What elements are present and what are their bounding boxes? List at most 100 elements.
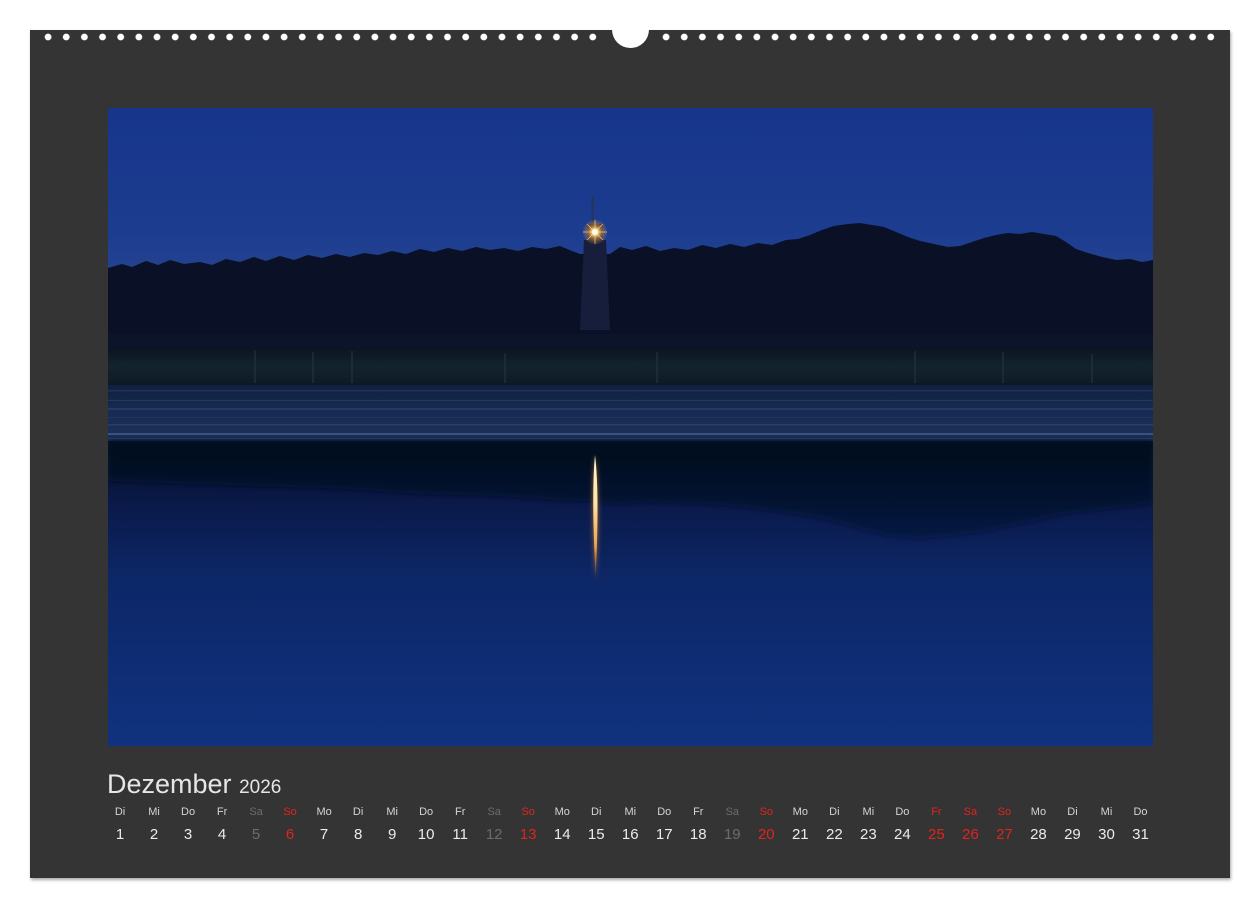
weekday-label: So [759, 806, 774, 818]
day-column: Do 3 [171, 804, 205, 845]
day-column: Sa 19 [715, 804, 749, 845]
weekday-label: Sa [963, 806, 978, 818]
day-number: 2 [149, 826, 159, 843]
day-column: Mi 16 [613, 804, 647, 845]
day-column: Di 8 [341, 804, 375, 845]
weekday-label: Mi [624, 806, 637, 818]
day-number: 18 [689, 826, 707, 843]
day-column: Mo 28 [1021, 804, 1055, 845]
day-column: Di 22 [817, 804, 851, 845]
day-number: 25 [928, 826, 945, 843]
weekday-label: Do [181, 806, 196, 818]
day-number: 13 [519, 826, 537, 843]
binding-holes-left [39, 30, 603, 44]
weekday-label: Mi [148, 806, 160, 818]
day-column: Sa 5 [239, 804, 273, 845]
day-number: 28 [1030, 826, 1047, 843]
weekday-label: Di [829, 806, 840, 818]
day-column: So 6 [273, 804, 307, 845]
weekday-label: Sa [725, 806, 740, 818]
day-column: So 20 [749, 804, 783, 845]
lighthouse-light-core [592, 229, 598, 235]
day-grid: Di 1 Mi 2 Do 3 Fr 4 Sa 5 So 6 Mo 7 Di 8 Mi 9 Do 10 Fr 11 Sa 12 S… [103, 804, 1158, 845]
month-title: Dezember 2026 [107, 768, 281, 800]
day-number: 3 [183, 826, 193, 843]
day-number: 6 [285, 826, 295, 843]
day-number: 31 [1132, 826, 1149, 843]
day-column: Sa 26 [953, 804, 987, 845]
weekday-label: Di [114, 806, 126, 818]
shoreline [108, 385, 1153, 441]
day-column: Fr 25 [919, 804, 953, 845]
day-number: 21 [791, 826, 809, 843]
day-number: 22 [825, 826, 843, 843]
weekday-label: Mo [316, 806, 332, 818]
binding-holes-right [657, 30, 1221, 44]
day-number: 26 [962, 826, 979, 843]
day-number: 9 [387, 826, 397, 843]
day-column: Mo 14 [545, 804, 579, 845]
weekday-label: Mi [386, 806, 398, 818]
day-column: Fr 4 [205, 804, 239, 845]
weekday-label: Do [895, 806, 910, 818]
day-column: Do 24 [885, 804, 919, 845]
calendar-photo [108, 108, 1153, 746]
day-number: 11 [452, 826, 468, 843]
day-number: 15 [587, 826, 605, 843]
lighthouse-tower [580, 240, 610, 330]
day-number: 27 [996, 826, 1013, 843]
day-number: 1 [115, 826, 125, 843]
day-number: 20 [757, 826, 775, 843]
day-number: 29 [1064, 826, 1081, 843]
weekday-label: Di [591, 806, 602, 818]
day-number: 14 [553, 826, 571, 843]
weekday-label: Fr [693, 806, 704, 818]
day-column: Di 29 [1055, 804, 1089, 845]
day-column: Do 17 [647, 804, 681, 845]
weekday-label: So [283, 806, 297, 818]
day-column: Mi 30 [1089, 804, 1123, 845]
day-number: 17 [655, 826, 673, 843]
day-column: Di 1 [103, 804, 137, 845]
day-column: So 27 [987, 804, 1021, 845]
tree-haze [108, 334, 1153, 350]
calendar-sheet: Dezember 2026 Di 1 Mi 2 Do 3 Fr 4 Sa 5 So 6 Mo 7 Di 8 Mi… [30, 11, 1230, 878]
day-number: 5 [251, 826, 261, 843]
weekday-label: Do [419, 806, 434, 818]
day-column: Mi 9 [375, 804, 409, 845]
weekday-label: So [521, 806, 535, 818]
day-number: 10 [417, 826, 435, 843]
day-number: 12 [485, 826, 503, 843]
weekday-label: Do [1133, 806, 1148, 818]
day-number: 24 [894, 826, 911, 843]
weekday-label: Sa [487, 806, 501, 818]
day-column: Fr 18 [681, 804, 715, 845]
weekday-label: Di [352, 806, 364, 818]
day-column: So 13 [511, 804, 545, 845]
weekday-label: Mi [862, 806, 875, 818]
day-column: Mo 7 [307, 804, 341, 845]
day-number: 30 [1098, 826, 1115, 843]
weekday-label: Fr [454, 806, 466, 818]
day-column: Mo 21 [783, 804, 817, 845]
weekday-label: Di [1067, 806, 1078, 818]
month-name: Dezember [107, 769, 232, 799]
day-column: Sa 12 [477, 804, 511, 845]
day-number: 8 [353, 826, 363, 843]
day-column: Do 31 [1123, 804, 1157, 845]
day-number: 16 [621, 826, 639, 843]
weekday-label: Fr [931, 806, 942, 818]
weekday-label: Mo [1030, 806, 1047, 818]
weekday-label: Fr [216, 806, 228, 818]
grass-strip [108, 348, 1153, 385]
weekday-label: Mi [1100, 806, 1113, 818]
day-column: Di 15 [579, 804, 613, 845]
day-column: Fr 11 [443, 804, 477, 845]
weekday-label: Mo [554, 806, 570, 818]
hanger-hole [611, 11, 649, 48]
weekday-label: So [997, 806, 1012, 818]
day-number: 19 [723, 826, 741, 843]
day-column: Mi 2 [137, 804, 171, 845]
weekday-label: Mo [792, 806, 808, 818]
day-column: Do 10 [409, 804, 443, 845]
